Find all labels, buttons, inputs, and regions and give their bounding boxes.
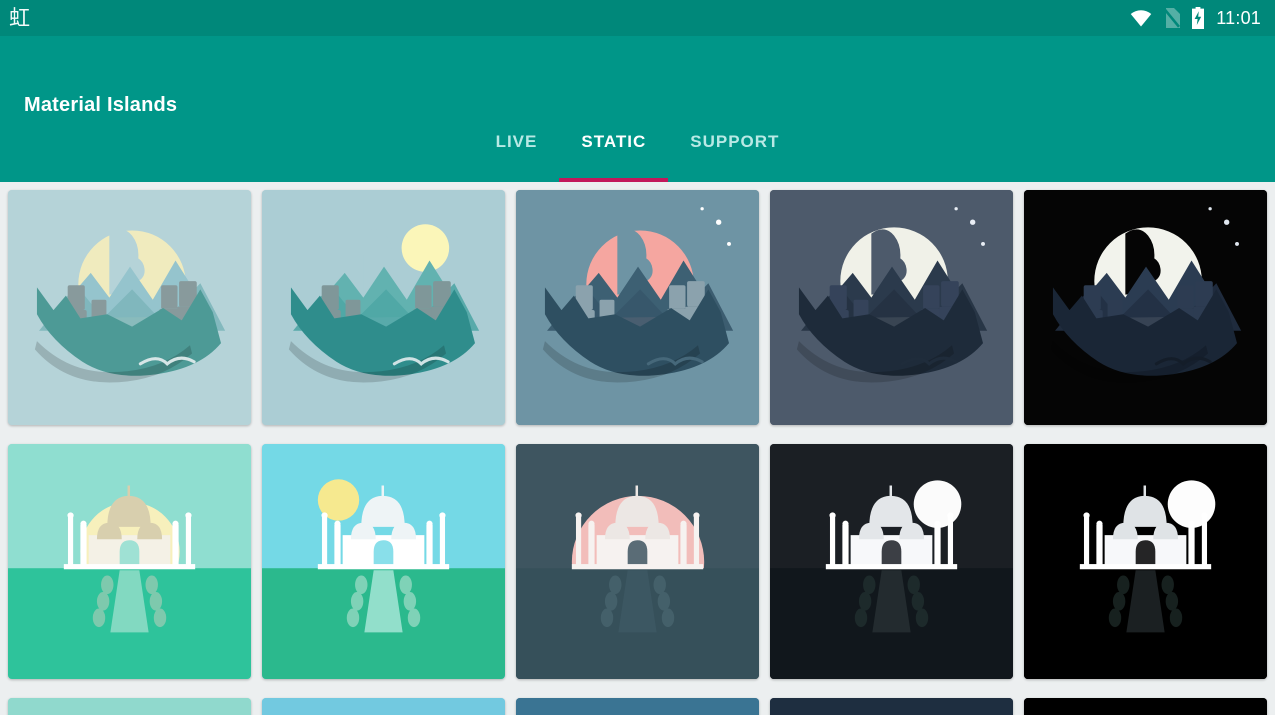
tab-support-label: SUPPORT	[690, 132, 780, 151]
status-bar-clock: 11:01	[1216, 7, 1261, 28]
status-bar: 虹 11:01	[0, 0, 1275, 36]
tab-live[interactable]: LIVE	[474, 120, 560, 182]
wallpaper-tile-third-row-tile-3[interactable]	[516, 698, 759, 715]
status-bar-notifications: 虹	[9, 5, 30, 30]
tab-live-label: LIVE	[495, 132, 538, 151]
tab-static[interactable]: STATIC	[559, 120, 669, 182]
wallpaper-tile-easter-island-dawn[interactable]	[8, 190, 251, 425]
app-bar: Material Islands LIVE STATIC SUPPORT	[0, 36, 1275, 182]
wallpaper-tile-taj-mahal-night[interactable]	[770, 444, 1013, 679]
wallpaper-tile-third-row-tile-4[interactable]	[770, 698, 1013, 715]
wallpaper-tile-easter-island-midnight[interactable]	[1024, 190, 1267, 425]
app-notification-glyph-icon: 虹	[9, 5, 30, 30]
status-bar-system-icons: 11:01	[1130, 7, 1261, 29]
wallpaper-tile-third-row-tile-5[interactable]	[1024, 698, 1267, 715]
sim-card-missing-icon	[1163, 8, 1181, 28]
battery-charging-icon	[1191, 7, 1205, 29]
wallpaper-tile-taj-mahal-midnight[interactable]	[1024, 444, 1267, 679]
wallpaper-grid[interactable]	[0, 182, 1275, 715]
wallpaper-tile-easter-island-morning[interactable]	[262, 190, 505, 425]
page-title: Material Islands	[24, 94, 178, 116]
wallpaper-tile-taj-mahal-dusk[interactable]	[516, 444, 759, 679]
wallpaper-tile-easter-island-night[interactable]	[770, 190, 1013, 425]
wifi-icon	[1130, 9, 1152, 27]
wallpaper-tile-easter-island-sunset[interactable]	[516, 190, 759, 425]
tab-bar: LIVE STATIC SUPPORT	[0, 120, 1275, 182]
wallpaper-tile-taj-mahal-day[interactable]	[262, 444, 505, 679]
tab-support[interactable]: SUPPORT	[668, 120, 801, 182]
wallpaper-tile-third-row-tile-2[interactable]	[262, 698, 505, 715]
tab-static-label: STATIC	[581, 132, 647, 151]
wallpaper-tile-third-row-tile-1[interactable]	[8, 698, 251, 715]
wallpaper-tile-taj-mahal-dawn[interactable]	[8, 444, 251, 679]
